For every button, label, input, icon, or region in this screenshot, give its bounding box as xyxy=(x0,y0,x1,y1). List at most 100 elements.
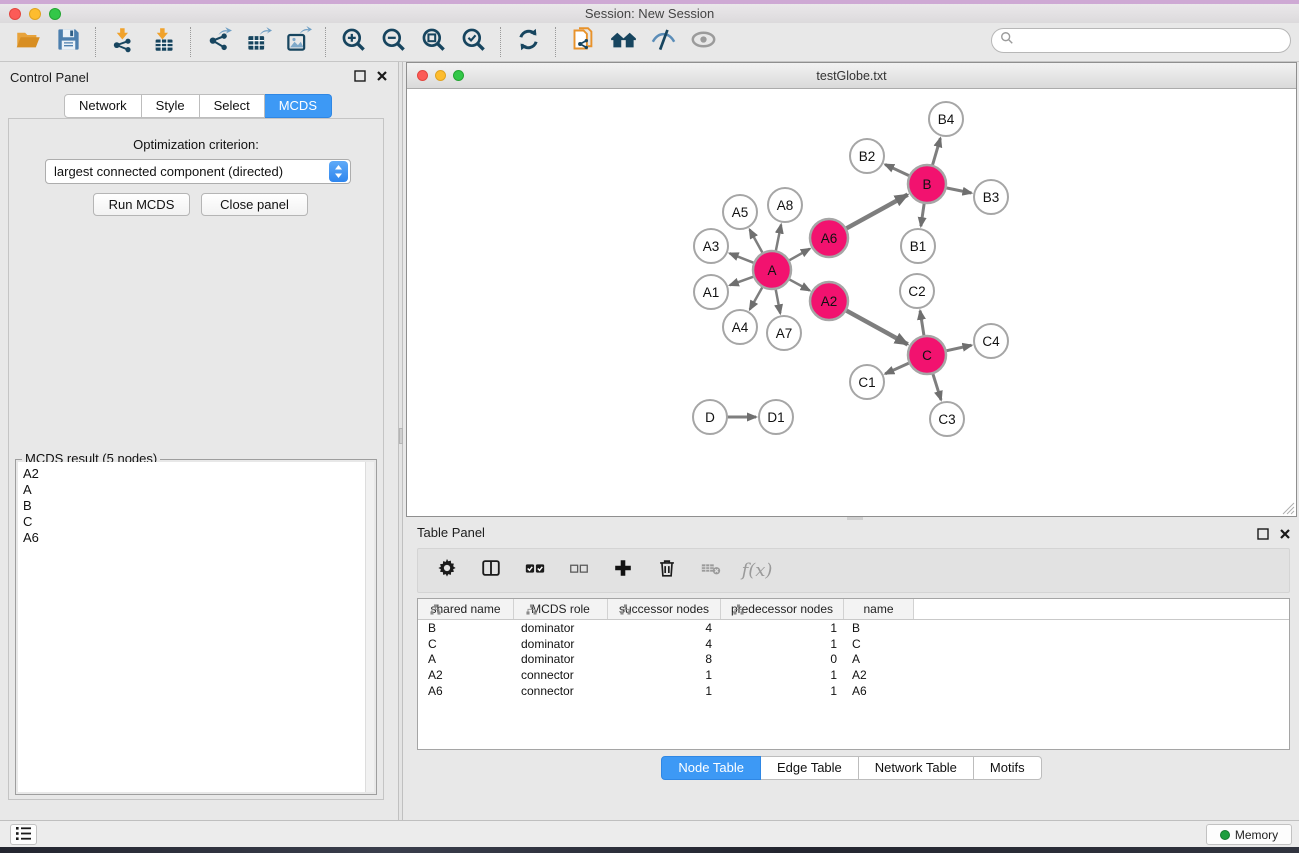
table-cell[interactable]: 1 xyxy=(721,684,844,698)
tab-style[interactable]: Style xyxy=(142,94,200,118)
new-network-from-file-button[interactable] xyxy=(563,26,603,58)
close-table-panel-icon[interactable] xyxy=(1279,527,1291,545)
task-history-button[interactable] xyxy=(10,824,37,845)
zoom-selected-button[interactable] xyxy=(453,26,493,58)
column-header-MCDS-role[interactable]: MCDS role xyxy=(514,599,608,619)
result-item[interactable]: A xyxy=(23,482,374,498)
table-cell[interactable]: 1 xyxy=(608,684,721,698)
edge-B-B3[interactable] xyxy=(946,188,972,193)
table-cell[interactable]: dominator xyxy=(514,621,608,635)
table-cell[interactable]: 0 xyxy=(721,652,844,666)
home-views-button[interactable] xyxy=(603,26,643,58)
table-cell[interactable]: A6 xyxy=(418,684,514,698)
table-cell[interactable]: B xyxy=(844,621,914,635)
edge-C-C3[interactable] xyxy=(933,373,941,400)
show-graphics-button[interactable] xyxy=(683,26,723,58)
column-header-predecessor-nodes[interactable]: predecessor nodes xyxy=(721,599,844,619)
deselect-all-columns-button[interactable] xyxy=(560,554,598,588)
result-item[interactable]: A6 xyxy=(23,530,374,546)
search-field[interactable] xyxy=(991,28,1291,53)
close-panel-button[interactable]: Close panel xyxy=(201,193,308,216)
table-cell[interactable]: A xyxy=(418,652,514,666)
result-item[interactable]: A2 xyxy=(23,466,374,482)
apply-layout-button[interactable] xyxy=(508,26,548,58)
table-row[interactable]: Adominator80A xyxy=(418,651,1289,667)
save-session-button[interactable] xyxy=(48,26,88,58)
table-cell[interactable]: 1 xyxy=(721,621,844,635)
edge-A-A5[interactable] xyxy=(750,230,763,254)
edge-C-C1[interactable] xyxy=(885,363,909,374)
function-builder-button[interactable]: f(x) xyxy=(736,554,774,588)
tab-select[interactable]: Select xyxy=(200,94,265,118)
import-table-button[interactable] xyxy=(143,26,183,58)
node-table[interactable]: shared nameMCDS rolesuccessor nodesprede… xyxy=(417,598,1290,750)
edge-A-A2[interactable] xyxy=(789,279,810,290)
column-header-name[interactable]: name xyxy=(844,599,914,619)
table-cell[interactable]: 4 xyxy=(608,637,721,651)
table-tab-node-table[interactable]: Node Table xyxy=(661,756,761,780)
table-cell[interactable]: 1 xyxy=(721,668,844,682)
float-table-panel-icon[interactable] xyxy=(1257,527,1269,545)
table-tab-network-table[interactable]: Network Table xyxy=(859,756,974,780)
edge-A-A6[interactable] xyxy=(789,249,810,261)
table-cell[interactable]: A2 xyxy=(418,668,514,682)
table-cell[interactable]: A xyxy=(844,652,914,666)
table-row[interactable]: Cdominator41C xyxy=(418,636,1289,652)
table-tab-motifs[interactable]: Motifs xyxy=(974,756,1042,780)
hide-graphics-button[interactable] xyxy=(643,26,683,58)
table-row[interactable]: Bdominator41B xyxy=(418,620,1289,636)
open-session-button[interactable] xyxy=(8,26,48,58)
table-cell[interactable]: A2 xyxy=(844,668,914,682)
table-settings-button[interactable] xyxy=(428,554,466,588)
search-input[interactable] xyxy=(1014,31,1290,51)
delete-column-button[interactable] xyxy=(648,554,686,588)
edge-A2-C[interactable] xyxy=(846,310,908,344)
column-header-successor-nodes[interactable]: successor nodes xyxy=(608,599,721,619)
zoom-out-button[interactable] xyxy=(373,26,413,58)
result-scrollbar[interactable] xyxy=(365,462,374,792)
window-resize-grip[interactable] xyxy=(1282,502,1295,515)
float-panel-icon[interactable] xyxy=(354,69,366,87)
edge-A-A4[interactable] xyxy=(750,287,763,310)
edge-C-C2[interactable] xyxy=(920,311,924,336)
delete-table-button[interactable] xyxy=(692,554,730,588)
run-mcds-button[interactable]: Run MCDS xyxy=(93,193,190,216)
memory-button[interactable]: Memory xyxy=(1206,824,1292,845)
network-canvas[interactable]: AA1A2A3A4A5A6A7A8BB1B2B3B4CC1C2C3C4DD1 xyxy=(407,89,1296,516)
export-network-button[interactable] xyxy=(198,26,238,58)
tab-network[interactable]: Network xyxy=(64,94,142,118)
edge-A-A8[interactable] xyxy=(776,225,781,252)
split-view-button[interactable] xyxy=(472,554,510,588)
table-cell[interactable]: dominator xyxy=(514,652,608,666)
criterion-dropdown[interactable]: largest connected component (directed) xyxy=(45,159,351,184)
export-table-button[interactable] xyxy=(238,26,278,58)
table-cell[interactable]: C xyxy=(418,637,514,651)
result-item[interactable]: B xyxy=(23,498,374,514)
table-cell[interactable]: A6 xyxy=(844,684,914,698)
tab-mcds[interactable]: MCDS xyxy=(265,94,332,118)
table-cell[interactable]: 1 xyxy=(608,668,721,682)
result-item[interactable]: C xyxy=(23,514,374,530)
column-header-shared-name[interactable]: shared name xyxy=(418,599,514,619)
edge-A6-B[interactable] xyxy=(846,195,908,229)
close-panel-icon[interactable] xyxy=(376,69,388,87)
table-row[interactable]: A6connector11A6 xyxy=(418,683,1289,699)
edge-B-B4[interactable] xyxy=(932,138,940,166)
network-window-titlebar[interactable]: testGlobe.txt xyxy=(407,63,1296,89)
table-cell[interactable]: dominator xyxy=(514,637,608,651)
table-tab-edge-table[interactable]: Edge Table xyxy=(761,756,859,780)
zoom-fit-button[interactable] xyxy=(413,26,453,58)
table-row[interactable]: A2connector11A2 xyxy=(418,667,1289,683)
select-all-columns-button[interactable] xyxy=(516,554,554,588)
table-cell[interactable]: C xyxy=(844,637,914,651)
table-cell[interactable]: B xyxy=(418,621,514,635)
edge-B-B2[interactable] xyxy=(885,164,910,176)
mcds-result-list[interactable]: A2ABCA6 xyxy=(18,462,374,792)
table-cell[interactable]: connector xyxy=(514,684,608,698)
edge-C-C4[interactable] xyxy=(946,345,972,351)
table-cell[interactable]: 4 xyxy=(608,621,721,635)
table-cell[interactable]: 8 xyxy=(608,652,721,666)
import-network-button[interactable] xyxy=(103,26,143,58)
table-cell[interactable]: connector xyxy=(514,668,608,682)
vertical-splitter[interactable] xyxy=(398,62,403,820)
